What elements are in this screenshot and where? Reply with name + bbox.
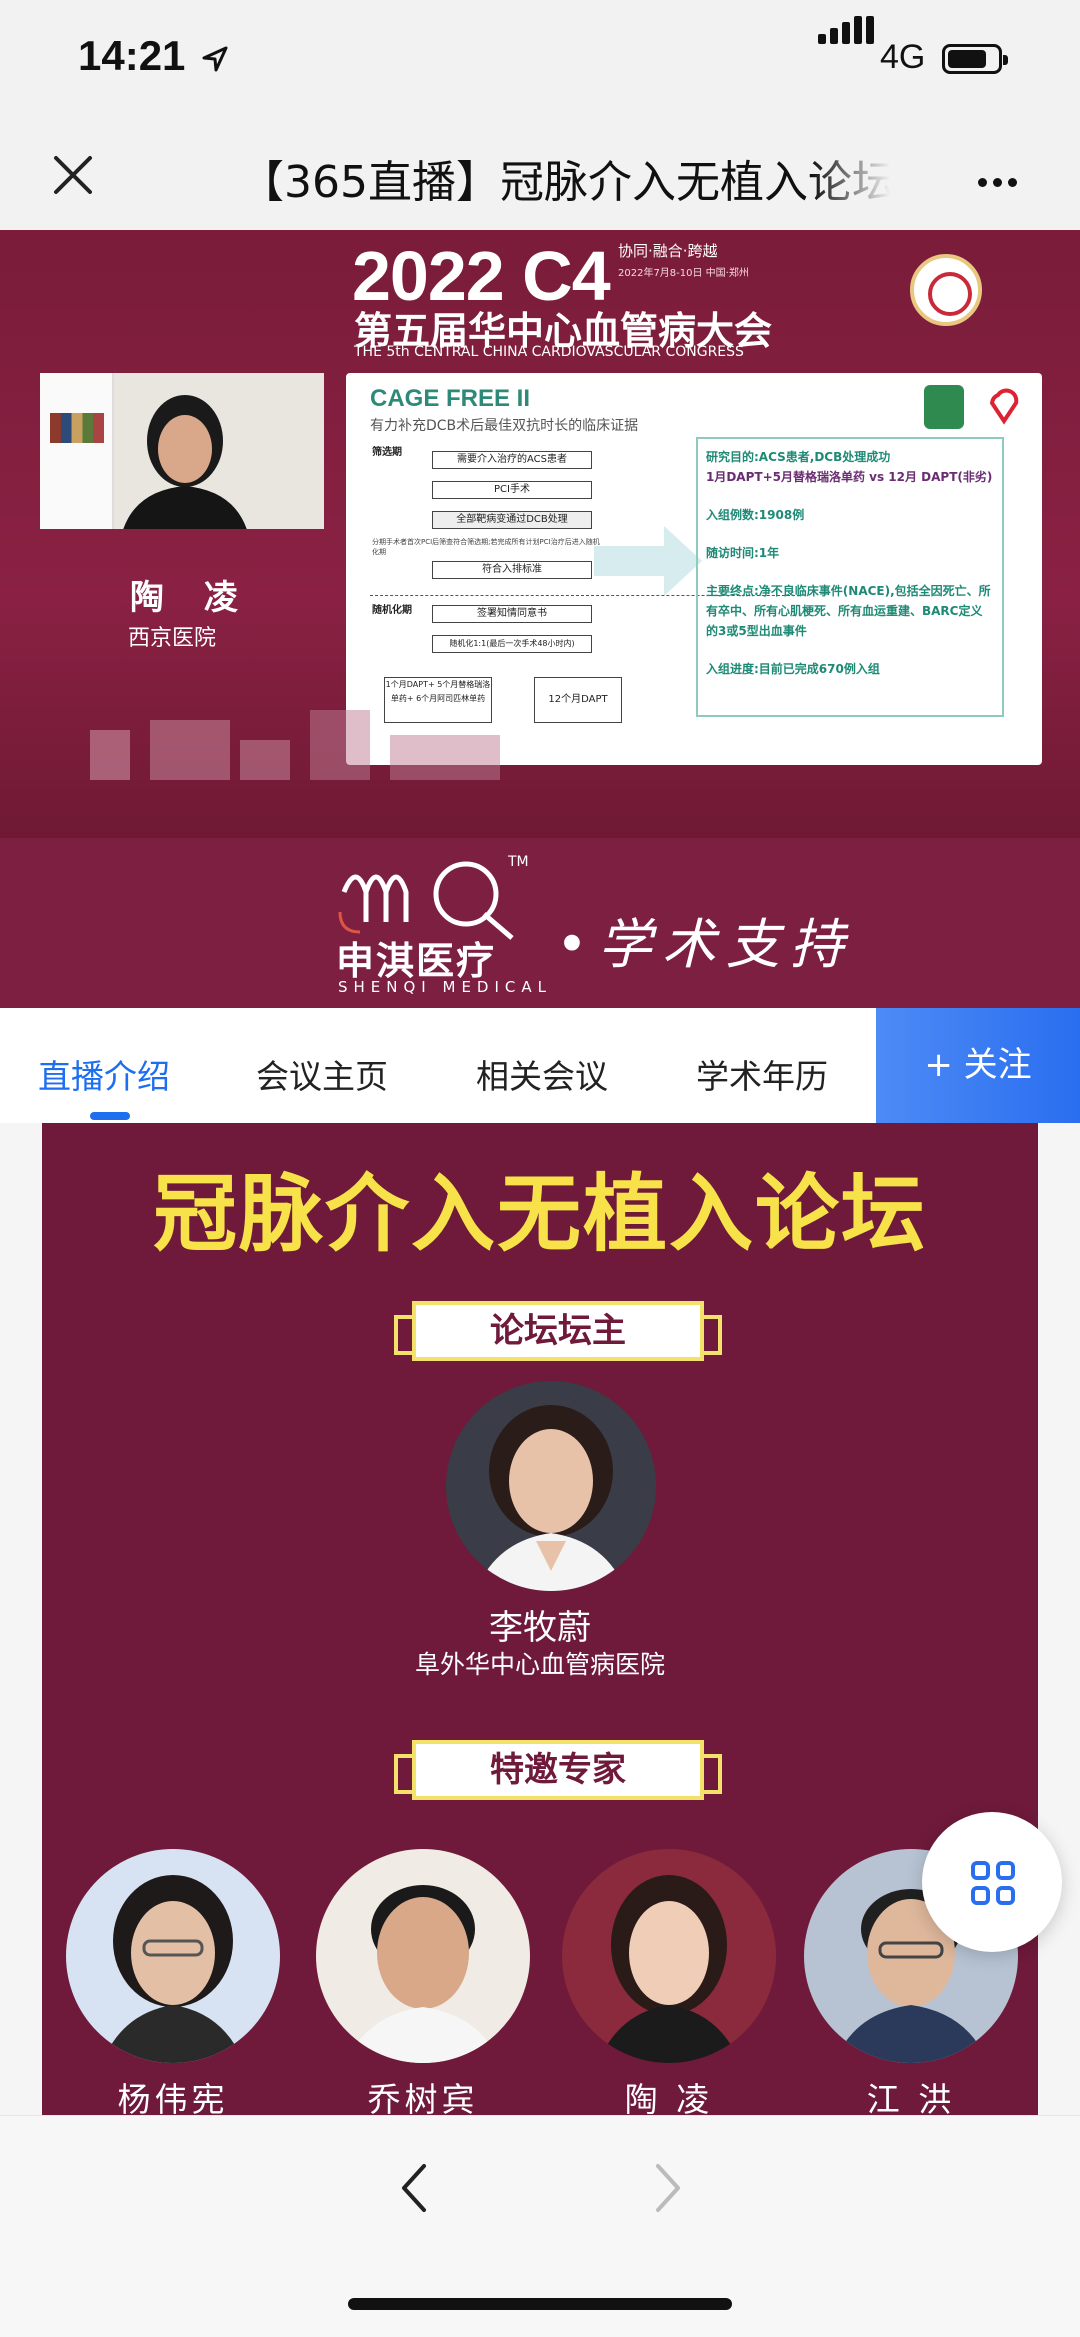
slide-stage-random: 随机化期	[372, 605, 412, 616]
expert-avatar	[316, 1849, 530, 2063]
tab-bar: 直播介绍 会议主页 相关会议 学术年历 + 关注	[0, 1008, 1080, 1123]
tab-related-meetings[interactable]: 相关会议	[476, 1050, 608, 1098]
academic-support-text: •学术支持	[556, 913, 854, 976]
speaker-name: 陶 凌	[130, 578, 252, 618]
info-compare: 1月DAPT+5月替格瑞洛单药 vs 12月 DAPT(非劣)	[706, 470, 993, 484]
flow-note: 分期手术者首次PCI后筛查符合筛选期;若完成所有计划PCI治疗后进入随机化期	[372, 538, 600, 556]
info-progress: 入组进度:目前已完成670例入组	[706, 662, 880, 676]
page-title: 【365直播】冠脉介入无植入论坛	[240, 157, 890, 208]
info-purpose: 研究目的:ACS患者,DCB处理成功	[706, 450, 891, 464]
flow-arrow-icon	[594, 526, 702, 596]
floating-menu-button[interactable]	[922, 1812, 1062, 1952]
city-skyline-decoration	[90, 710, 500, 780]
flow-step: 签署知情同意书	[432, 605, 592, 623]
flow-step: 需要介入治疗的ACS患者	[432, 451, 592, 469]
status-bar: 14:21 4G	[0, 0, 1080, 120]
expert-name: 乔树宾	[367, 2080, 479, 2115]
congress-motto: 协同·融合·跨越	[618, 242, 718, 260]
host-badge: 论坛坛主	[394, 1301, 722, 1361]
tab-academic-calendar[interactable]: 学术年历	[696, 1050, 828, 1098]
experts-badge: 特邀专家	[394, 1740, 722, 1800]
home-indicator	[348, 2298, 732, 2310]
congress-seal-logo	[910, 254, 982, 326]
status-time: 14:21	[78, 32, 186, 79]
active-tab-indicator	[90, 1112, 130, 1120]
expert-name: 陶 凌	[624, 2080, 714, 2115]
brand-name-cn: 申淇医疗	[336, 939, 497, 983]
tab-meeting-home[interactable]: 会议主页	[256, 1050, 388, 1098]
follow-button[interactable]: + 关注	[876, 1008, 1080, 1123]
more-options-icon[interactable]	[978, 172, 1023, 191]
slide-stage-screen: 筛选期	[372, 447, 402, 458]
browser-bottom-bar	[0, 2115, 1080, 2337]
host-name: 李牧蔚	[489, 1608, 591, 1648]
expert-card[interactable]: 乔树宾	[316, 1849, 530, 2115]
speaker-org: 西京医院	[128, 626, 217, 651]
slide-subtitle: 有力补充DCB术后最佳双抗时长的临床证据	[370, 418, 639, 434]
flow-step: 全部靶病变通过DCB处理	[432, 511, 592, 529]
grid-menu-icon	[971, 1861, 1015, 1905]
flow-step: 随机化1:1(最后一次手术48小时内)	[432, 635, 592, 653]
host-avatar	[446, 1381, 656, 1591]
close-icon[interactable]	[48, 150, 98, 200]
trademark: TM	[508, 854, 529, 870]
flow-step: PCI手术	[432, 481, 592, 499]
forum-poster: 冠脉介入无植入论坛 论坛坛主 李牧蔚 阜外华中心血管病医院 特邀专家 杨伟宪 乔…	[42, 1123, 1038, 2115]
location-arrow-icon	[202, 46, 228, 72]
congress-name-en: THE 5th CENTRAL CHINA CARDIOVASCULAR CON…	[354, 344, 744, 360]
study-info-box: 研究目的:ACS患者,DCB处理成功 1月DAPT+5月替格瑞洛单药 vs 12…	[696, 437, 1004, 717]
arm-b: 12个月DAPT	[534, 677, 622, 723]
sponsor-banner: TM 申淇医疗 SHENQI MEDICAL •学术支持	[0, 838, 1080, 1008]
info-followup: 随访时间:1年	[706, 546, 780, 560]
navigation-bar: 【365直播】冠脉介入无植入论坛	[0, 120, 1080, 230]
network-type: 4G	[880, 38, 926, 76]
live-video-player[interactable]: 2022 C4 协同·融合·跨越 2022年7月8-10日 中国·郑州 第五届华…	[0, 230, 1080, 838]
brand-name-en: SHENQI MEDICAL	[338, 978, 552, 996]
congress-dates: 2022年7月8-10日 中国·郑州	[618, 268, 749, 279]
speaker-camera-feed	[40, 373, 324, 529]
back-arrow-icon[interactable]	[394, 2158, 434, 2218]
expert-name: 江 洪	[866, 2080, 956, 2115]
slide-title: CAGE FREE II	[370, 385, 531, 412]
forum-title: 冠脉介入无植入论坛	[152, 1165, 927, 1263]
host-org: 阜外华中心血管病医院	[414, 1650, 665, 1679]
hospital-logos	[924, 385, 1019, 429]
info-endpoint: 主要终点:净不良临床事件(NACE),包括全因死亡、所有卒中、所有心肌梗死、所有…	[706, 584, 991, 638]
expert-card[interactable]: 杨伟宪	[66, 1849, 280, 2115]
presentation-slide: CAGE FREE II 有力补充DCB术后最佳双抗时长的临床证据 筛选期 需要…	[346, 373, 1042, 765]
info-cases: 入组例数:1908例	[706, 508, 805, 522]
tab-live-intro[interactable]: 直播介绍	[38, 1050, 170, 1098]
expert-name: 杨伟宪	[117, 2080, 229, 2115]
expert-avatar	[66, 1849, 280, 2063]
content-area: 冠脉介入无植入论坛 论坛坛主 李牧蔚 阜外华中心血管病医院 特邀专家 杨伟宪 乔…	[0, 1123, 1080, 2115]
flow-step: 符合入排标准	[432, 561, 592, 579]
expert-avatar	[562, 1849, 776, 2063]
expert-card[interactable]: 陶 凌	[562, 1849, 776, 2115]
battery-icon	[942, 44, 1008, 74]
forward-arrow-icon[interactable]	[648, 2158, 688, 2218]
